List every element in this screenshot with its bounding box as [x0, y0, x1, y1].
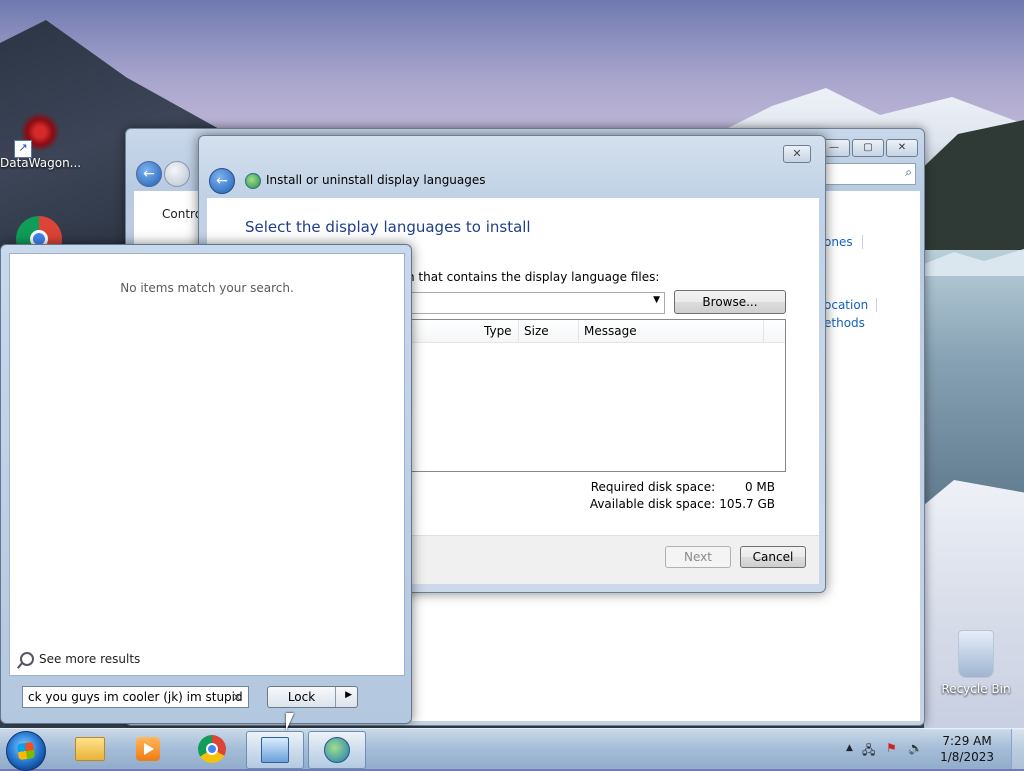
- lock-split-divider: [335, 687, 336, 707]
- desktop-icon-datawagon[interactable]: DataWagon...: [0, 112, 82, 170]
- list-header: Type Size Message: [407, 320, 785, 343]
- available-disk-space: Available disk space: 105.7 GB: [590, 497, 775, 511]
- clear-search-icon[interactable]: ×: [232, 687, 242, 707]
- required-disk-space: Required disk space: 0 MB: [591, 480, 775, 494]
- back-button[interactable]: ←: [136, 161, 162, 187]
- required-label: Required disk space:: [590, 480, 716, 494]
- globe-icon: [324, 737, 350, 763]
- shortcut-arrow-icon: ↗: [14, 140, 32, 158]
- desktop-icon-recycle-bin[interactable]: Recycle Bin: [936, 630, 1016, 696]
- show-desktop-button[interactable]: [1011, 729, 1024, 769]
- desktop-icon-label: DataWagon...: [0, 156, 82, 170]
- mouse-cursor: [286, 713, 302, 731]
- chevron-down-icon: ▼: [653, 295, 660, 305]
- available-label: Available disk space:: [589, 497, 716, 511]
- taskbar-item-media-player[interactable]: [120, 731, 176, 767]
- recycle-bin-icon: [958, 630, 994, 678]
- see-more-label: See more results: [39, 652, 141, 666]
- control-panel-search[interactable]: ⌕: [824, 163, 916, 185]
- column-divider: [763, 320, 764, 342]
- globe-icon: [245, 173, 261, 189]
- link-location[interactable]: ocation: [824, 298, 868, 312]
- link-methods[interactable]: ethods: [824, 316, 865, 330]
- cancel-button[interactable]: Cancel: [740, 546, 806, 568]
- next-button[interactable]: Next: [665, 546, 731, 568]
- search-results-pane: No items match your search. See more res…: [9, 253, 405, 676]
- close-button[interactable]: ✕: [886, 139, 918, 157]
- back-button[interactable]: ←: [209, 168, 235, 194]
- search-input-value: ck you guys im cooler (jk) im stupid: [28, 690, 243, 704]
- desktop-icon-label: Recycle Bin: [941, 682, 1011, 696]
- browse-button[interactable]: Browse...: [674, 290, 786, 314]
- forward-button[interactable]: [164, 161, 190, 187]
- chrome-icon: [198, 735, 226, 763]
- column-divider: [578, 320, 579, 342]
- column-divider: [518, 320, 519, 342]
- power-options-arrow-icon[interactable]: ▶: [345, 690, 352, 700]
- no-results-message: No items match your search.: [120, 281, 294, 295]
- clock[interactable]: 7:29 AM 1/8/2023: [940, 733, 994, 765]
- taskbar-item-install-languages[interactable]: [308, 731, 366, 769]
- media-player-icon: [136, 737, 160, 761]
- see-more-results-link[interactable]: See more results: [20, 652, 140, 666]
- column-header-message[interactable]: Message: [584, 324, 637, 338]
- page-title: Select the display languages to install: [245, 218, 531, 236]
- show-hidden-icons-icon[interactable]: ▲: [846, 743, 853, 753]
- windows-logo-icon: [16, 741, 36, 761]
- lock-button[interactable]: Lock ▶: [267, 686, 358, 708]
- search-icon: ⌕: [905, 165, 912, 179]
- control-panel-icon: [261, 737, 289, 763]
- column-header-size[interactable]: Size: [524, 324, 549, 338]
- column-header-type[interactable]: Type: [484, 324, 512, 338]
- volume-icon[interactable]: 🔊: [908, 741, 923, 755]
- taskbar-item-control-panel[interactable]: [246, 731, 304, 769]
- lock-label: Lock: [287, 690, 316, 704]
- clock-time: 7:29 AM: [942, 734, 992, 748]
- clock-date: 1/8/2023: [940, 750, 994, 764]
- window-title: Install or uninstall display languages: [266, 173, 486, 187]
- breadcrumb: Contro: [162, 207, 203, 221]
- folder-icon: [75, 737, 105, 761]
- start-menu: No items match your search. See more res…: [0, 244, 412, 724]
- start-button[interactable]: [6, 731, 46, 771]
- available-value: 105.7 GB: [719, 497, 775, 511]
- taskbar: ▲ 🖧 ⚑ 🔊 7:29 AM 1/8/2023: [0, 728, 1024, 771]
- taskbar-item-chrome[interactable]: [184, 731, 240, 767]
- required-value: 0 MB: [744, 480, 775, 494]
- close-button[interactable]: ✕: [783, 145, 811, 163]
- browse-label: n that contains the display language fil…: [407, 270, 660, 284]
- location-dropdown[interactable]: ▼: [407, 292, 665, 314]
- taskbar-item-explorer[interactable]: [62, 731, 118, 767]
- window-controls: — ▢ ✕: [818, 139, 918, 157]
- search-icon: [20, 652, 34, 666]
- network-icon[interactable]: 🖧: [862, 741, 875, 762]
- action-center-icon[interactable]: ⚑: [886, 741, 897, 755]
- link-separator: [876, 298, 877, 312]
- link-timezones[interactable]: ones: [824, 235, 853, 249]
- maximize-button[interactable]: ▢: [852, 139, 884, 157]
- system-tray: ▲ 🖧 ⚑ 🔊: [824, 729, 1024, 769]
- start-search-input[interactable]: ck you guys im cooler (jk) im stupid ×: [22, 686, 249, 708]
- link-separator: [862, 235, 863, 249]
- language-list[interactable]: Type Size Message: [407, 319, 786, 472]
